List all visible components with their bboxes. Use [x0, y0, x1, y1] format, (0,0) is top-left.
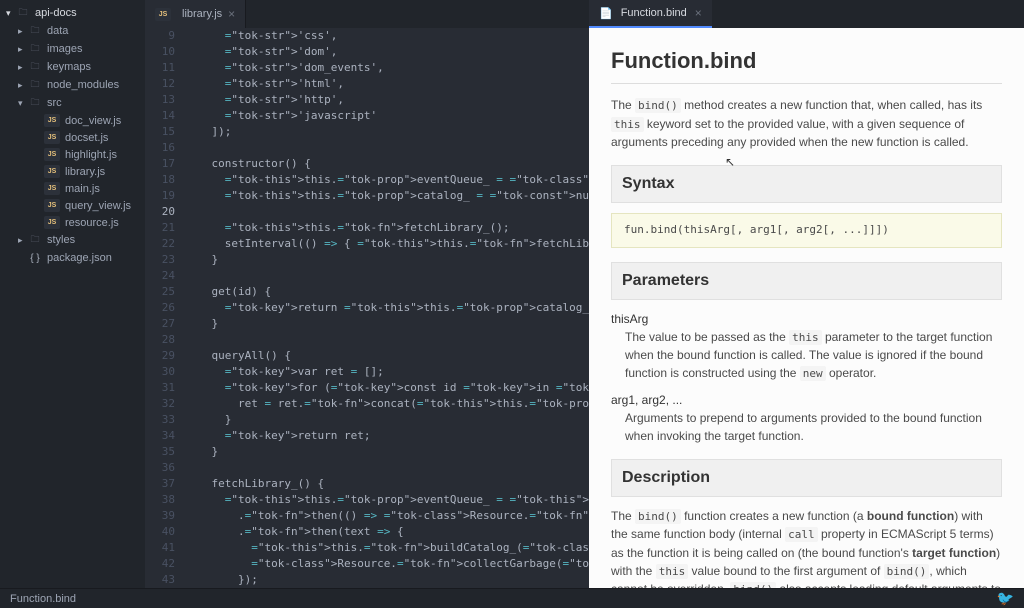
- js-icon: JS: [44, 114, 60, 127]
- tree-item-styles[interactable]: ▸🗀 styles: [0, 231, 145, 249]
- js-icon: JS: [44, 165, 60, 178]
- close-icon[interactable]: ×: [695, 6, 702, 20]
- folder-icon: 🗀: [28, 78, 42, 92]
- tree-item-label: library.js: [65, 166, 105, 178]
- js-icon: JS: [44, 148, 60, 161]
- tree-item-data[interactable]: ▸🗀 data: [0, 22, 145, 40]
- chevron-icon: ▸: [18, 80, 28, 91]
- syntax-code: fun.bind(thisArg[, arg1[, arg2[, ...]]]): [611, 213, 1002, 248]
- tree-item-docset-js[interactable]: JS docset.js: [0, 129, 145, 146]
- param-desc: The value to be passed as the this param…: [625, 328, 1002, 383]
- tree-item-label: node_modules: [47, 79, 119, 91]
- params-list: thisArgThe value to be passed as the thi…: [611, 310, 1002, 445]
- folder-icon: 🗀: [28, 96, 42, 110]
- js-icon: JS: [44, 131, 60, 144]
- close-icon[interactable]: ×: [228, 7, 235, 21]
- tree-item-query-view-js[interactable]: JS query_view.js: [0, 197, 145, 214]
- doc-tab-function-bind[interactable]: 📄 Function.bind ×: [589, 0, 712, 28]
- tree-item-label: src: [47, 97, 62, 109]
- doc-body[interactable]: Function.bind The bind() method creates …: [589, 28, 1024, 588]
- doc-tabs: 📄 Function.bind ×: [589, 0, 1024, 28]
- param-name: arg1, arg2, ...: [611, 391, 1002, 409]
- js-icon: JS: [44, 182, 60, 195]
- tree-item-label: query_view.js: [65, 200, 131, 212]
- tree-item-label: styles: [47, 234, 75, 246]
- tree-item-label: main.js: [65, 183, 100, 195]
- chevron-icon: ▸: [18, 235, 28, 246]
- folder-icon: 🗀: [28, 42, 42, 56]
- tree-item-keymaps[interactable]: ▸🗀 keymaps: [0, 58, 145, 76]
- js-icon: JS: [155, 8, 171, 21]
- code-content[interactable]: ="tok-str">'css', ="tok-str">'dom', ="to…: [185, 28, 589, 588]
- folder-icon: 🗀: [28, 60, 42, 74]
- doc-tab-label: Function.bind: [621, 7, 687, 19]
- tree-item-label: data: [47, 25, 68, 37]
- tree-item-highlight-js[interactable]: JS highlight.js: [0, 146, 145, 163]
- tree-item-label: highlight.js: [65, 149, 117, 161]
- tree-item-label: package.json: [47, 252, 112, 264]
- tree-item-package-json[interactable]: { } package.json: [0, 249, 145, 267]
- param-name: thisArg: [611, 310, 1002, 328]
- tree-root-label: api-docs: [35, 7, 77, 19]
- folder-icon: 🗀: [28, 24, 42, 38]
- editor-tab-label: library.js: [182, 8, 222, 20]
- editor-body[interactable]: 9101112131415161718192021222324252627282…: [145, 28, 589, 588]
- statusbar: Function.bind 🐦: [0, 588, 1024, 608]
- tree-item-main-js[interactable]: JS main.js: [0, 180, 145, 197]
- json-icon: { }: [28, 251, 42, 265]
- status-left: Function.bind: [10, 593, 76, 605]
- params-heading: Parameters: [611, 262, 1002, 300]
- doc-title: Function.bind: [611, 44, 1002, 84]
- tree-item-label: doc_view.js: [65, 115, 121, 127]
- chevron-icon: ▾: [18, 98, 28, 109]
- line-gutter: 9101112131415161718192021222324252627282…: [145, 28, 185, 588]
- tree-item-label: keymaps: [47, 61, 91, 73]
- doc-icon: 📄: [599, 7, 613, 20]
- tree-item-label: resource.js: [65, 217, 119, 229]
- editor-tab-library[interactable]: JS library.js ×: [145, 0, 246, 28]
- folder-icon: 🗀: [28, 233, 42, 247]
- tree-root[interactable]: ▾ 🗀 api-docs: [0, 4, 145, 22]
- js-icon: JS: [44, 216, 60, 229]
- js-icon: JS: [44, 199, 60, 212]
- tree-item-label: images: [47, 43, 82, 55]
- chevron-icon: ▸: [18, 26, 28, 37]
- syntax-heading: Syntax: [611, 165, 1002, 203]
- param-desc: Arguments to prepend to arguments provid…: [625, 409, 1002, 445]
- chevron-down-icon: ▾: [6, 8, 16, 19]
- chevron-icon: ▸: [18, 44, 28, 55]
- editor-tabs: JS library.js ×: [145, 0, 589, 28]
- folder-icon: 🗀: [16, 6, 30, 20]
- tree-item-node-modules[interactable]: ▸🗀 node_modules: [0, 76, 145, 94]
- editor-pane: JS library.js × 910111213141516171819202…: [145, 0, 589, 588]
- tree-item-doc-view-js[interactable]: JS doc_view.js: [0, 112, 145, 129]
- tree-item-resource-js[interactable]: JS resource.js: [0, 214, 145, 231]
- description-body: The bind() function creates a new functi…: [611, 507, 1002, 589]
- tree-item-src[interactable]: ▾🗀 src: [0, 94, 145, 112]
- tree-item-library-js[interactable]: JS library.js: [0, 163, 145, 180]
- tree-item-label: docset.js: [65, 132, 108, 144]
- file-tree-sidebar: ▾ 🗀 api-docs ▸🗀data▸🗀images▸🗀keymaps▸🗀no…: [0, 0, 145, 588]
- doc-pane: 📄 Function.bind × Function.bind The bind…: [589, 0, 1024, 588]
- doc-intro: The bind() method creates a new function…: [611, 96, 1002, 151]
- chevron-icon: ▸: [18, 62, 28, 73]
- description-heading: Description: [611, 459, 1002, 497]
- tree-item-images[interactable]: ▸🗀 images: [0, 40, 145, 58]
- twitter-icon[interactable]: 🐦: [997, 590, 1014, 607]
